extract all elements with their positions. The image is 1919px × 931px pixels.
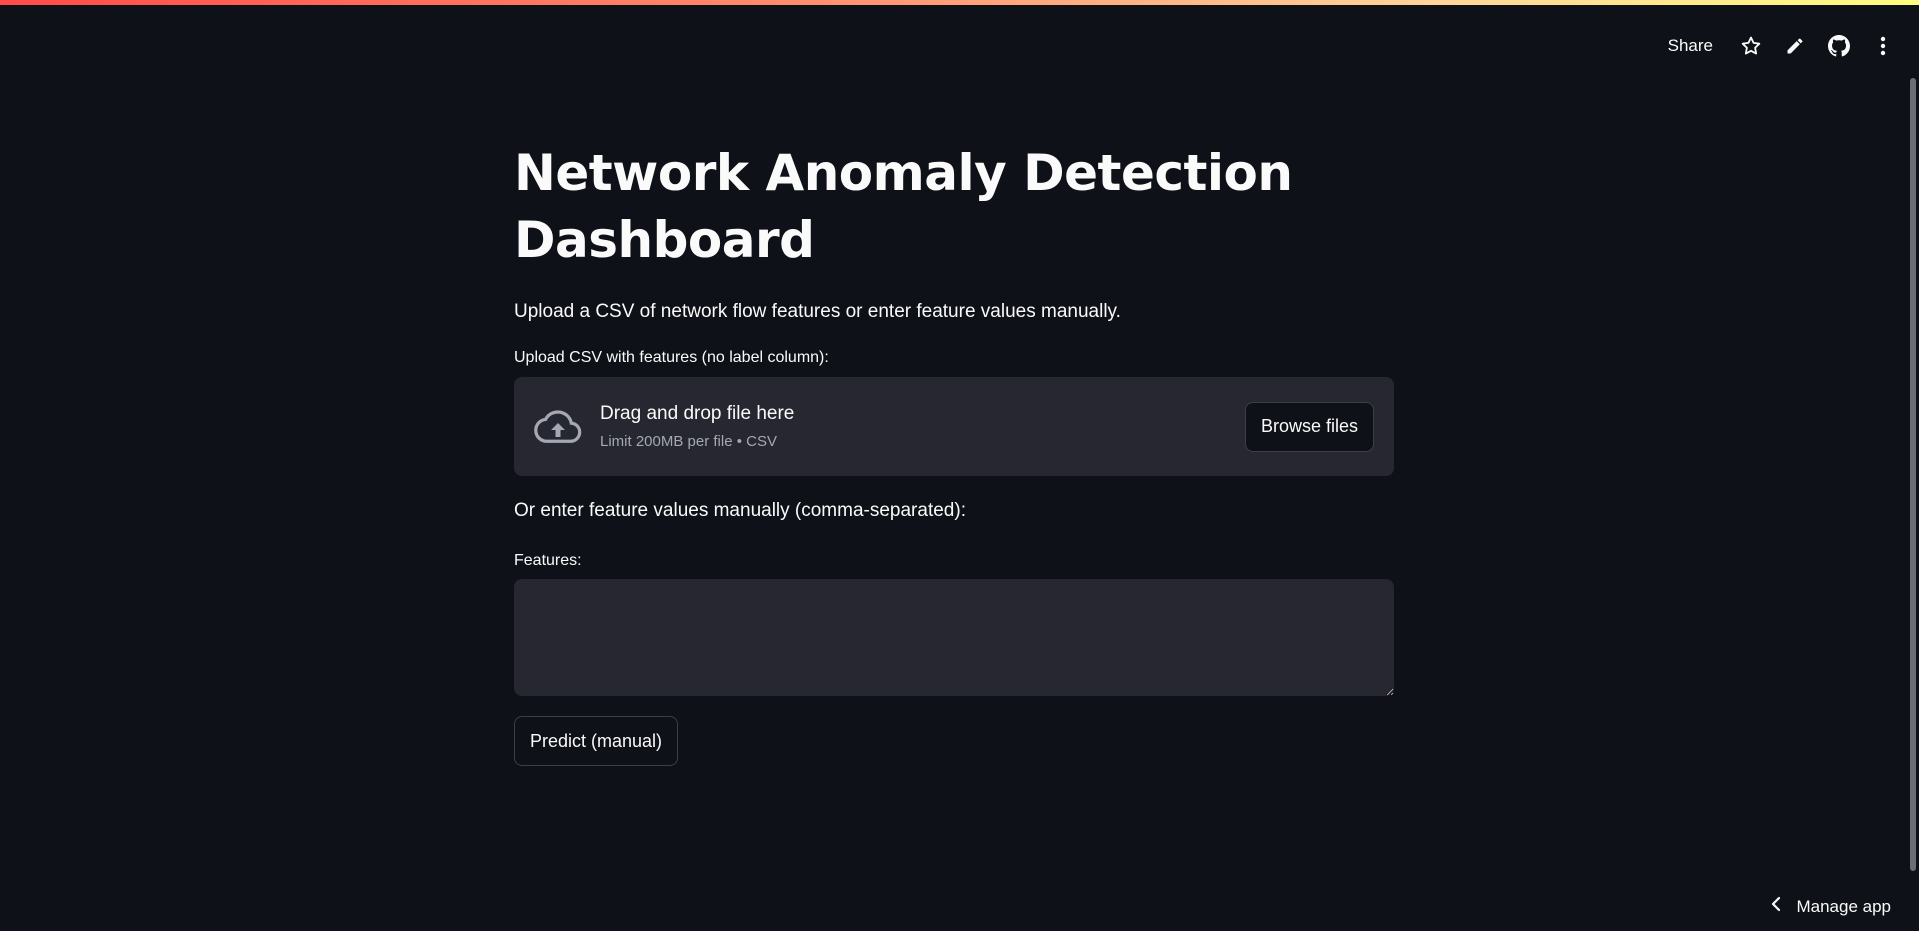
kebab-menu-icon[interactable] (1861, 27, 1905, 65)
manage-app-button[interactable]: Manage app (1770, 896, 1891, 917)
intro-text: Upload a CSV of network flow features or… (514, 301, 1121, 322)
features-textarea[interactable] (514, 579, 1394, 696)
main-content: Network Anomaly Detection Dashboard Uplo… (514, 140, 1394, 766)
star-icon[interactable] (1729, 27, 1773, 65)
manage-app-label: Manage app (1796, 896, 1891, 916)
features-label: Features: (514, 552, 582, 569)
cloud-upload-icon (534, 403, 582, 451)
dropzone-text: Drag and drop file here Limit 200MB per … (600, 403, 1245, 450)
share-button[interactable]: Share (1658, 30, 1723, 62)
toolbar: Share (1658, 27, 1905, 65)
dropzone-title: Drag and drop file here (600, 403, 795, 424)
upload-label: Upload CSV with features (no label colum… (514, 349, 829, 366)
file-dropzone[interactable]: Drag and drop file here Limit 200MB per … (514, 377, 1394, 476)
scrollbar[interactable] (1910, 78, 1916, 871)
app-header: Share (0, 5, 1919, 75)
pencil-icon[interactable] (1773, 27, 1817, 65)
predict-manual-button[interactable]: Predict (manual) (514, 716, 679, 766)
dropzone-limit: Limit 200MB per file • CSV (600, 433, 777, 450)
manual-entry-text: Or enter feature values manually (comma-… (514, 500, 966, 521)
chevron-left-icon (1770, 896, 1782, 917)
browse-files-button[interactable]: Browse files (1244, 401, 1374, 452)
page-title: Network Anomaly Detection Dashboard (514, 144, 1293, 269)
github-icon[interactable] (1817, 27, 1861, 65)
